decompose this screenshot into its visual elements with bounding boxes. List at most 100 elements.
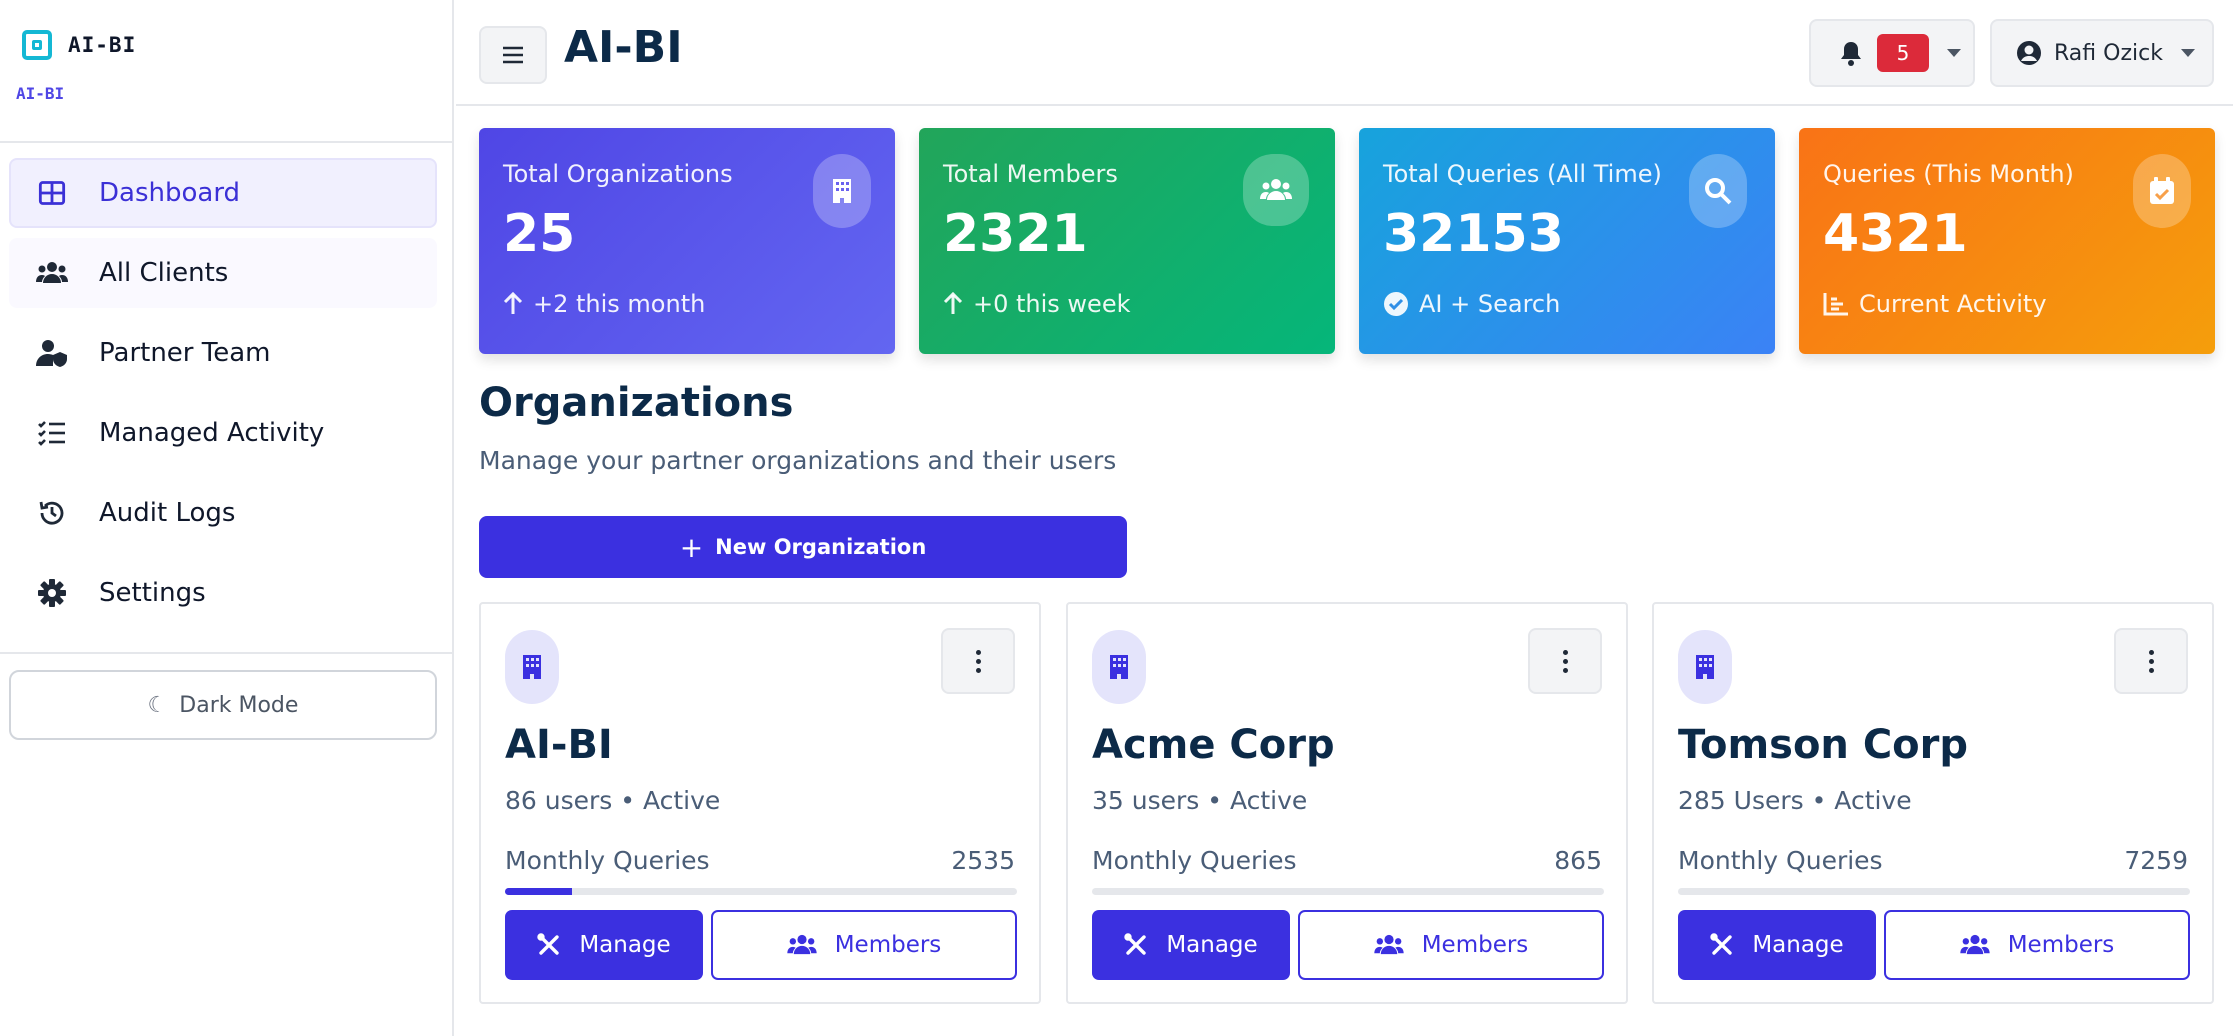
notifications-button[interactable]: 5 bbox=[1809, 19, 1975, 87]
organization-meta: 86 users • Active bbox=[505, 786, 721, 815]
stat-title: Total Members bbox=[943, 160, 1118, 188]
history-icon bbox=[35, 496, 69, 530]
organization-name: AI-BI bbox=[505, 722, 613, 768]
sidebar-item-audit-logs[interactable]: Audit Logs bbox=[9, 478, 437, 548]
stat-value: 25 bbox=[503, 204, 576, 264]
stat-footer-text: Current Activity bbox=[1859, 290, 2047, 318]
sidebar: AI-BI AI-BI Dashboard All Clients Partne… bbox=[0, 0, 454, 1036]
manage-button[interactable]: Manage bbox=[505, 910, 703, 980]
user-shield-icon bbox=[35, 336, 69, 370]
more-options-button[interactable] bbox=[2114, 628, 2188, 694]
members-button[interactable]: Members bbox=[1298, 910, 1604, 980]
stat-footer: Current Activity bbox=[1823, 290, 2047, 318]
stat-card-queries-this-month: Queries (This Month) 4321 Current Activi… bbox=[1799, 128, 2215, 354]
list-check-icon bbox=[35, 416, 69, 450]
user-name: Rafi Ozick bbox=[2054, 40, 2163, 66]
arrow-up-icon bbox=[943, 292, 963, 316]
stat-footer: AI + Search bbox=[1383, 290, 1560, 318]
organization-name: Acme Corp bbox=[1092, 722, 1335, 768]
section-title: Organizations bbox=[479, 380, 794, 426]
stat-value: 32153 bbox=[1383, 204, 1564, 264]
sidebar-divider bbox=[0, 652, 454, 654]
sidebar-item-label: Dashboard bbox=[99, 178, 241, 208]
sidebar-item-label: Audit Logs bbox=[99, 498, 236, 528]
brand-name: AI-BI bbox=[68, 33, 137, 57]
monthly-queries-value: 7259 bbox=[2124, 846, 2188, 875]
members-label: Members bbox=[1421, 932, 1529, 958]
monthly-queries-value: 2535 bbox=[951, 846, 1015, 875]
arrow-up-icon bbox=[503, 292, 523, 316]
chart-bar-icon bbox=[1823, 292, 1849, 316]
monthly-queries-label: Monthly Queries bbox=[1092, 846, 1297, 875]
more-options-button[interactable] bbox=[1528, 628, 1602, 694]
manage-button[interactable]: Manage bbox=[1678, 910, 1876, 980]
new-organization-button[interactable]: + New Organization bbox=[479, 516, 1127, 578]
manage-button[interactable]: Manage bbox=[1092, 910, 1290, 980]
sidebar-item-all-clients[interactable]: All Clients bbox=[9, 238, 437, 308]
organization-card: Acme Corp 35 users • Active Monthly Quer… bbox=[1066, 602, 1628, 1004]
tools-icon bbox=[1124, 933, 1148, 957]
organization-card: Tomson Corp 285 Users • Active Monthly Q… bbox=[1652, 602, 2214, 1004]
brand-subtitle: AI-BI bbox=[16, 84, 65, 103]
sidebar-nav: Dashboard All Clients Partner Team Manag… bbox=[9, 158, 437, 638]
sidebar-item-partner-team[interactable]: Partner Team bbox=[9, 318, 437, 388]
sidebar-item-label: Partner Team bbox=[99, 338, 271, 368]
search-icon bbox=[1689, 154, 1747, 228]
check-circle-icon bbox=[1383, 291, 1409, 317]
sidebar-item-managed-activity[interactable]: Managed Activity bbox=[9, 398, 437, 468]
user-menu-button[interactable]: Rafi Ozick bbox=[1990, 19, 2214, 87]
grid-icon bbox=[35, 176, 69, 210]
stat-title: Total Organizations bbox=[503, 160, 733, 188]
stat-title: Queries (This Month) bbox=[1823, 160, 2074, 188]
stat-footer-text: +2 this month bbox=[533, 290, 706, 318]
building-icon bbox=[505, 630, 559, 704]
queries-progress-bar bbox=[1678, 888, 2190, 895]
tools-icon bbox=[537, 933, 561, 957]
monthly-queries-label: Monthly Queries bbox=[505, 846, 710, 875]
sidebar-item-dashboard[interactable]: Dashboard bbox=[9, 158, 437, 228]
members-button[interactable]: Members bbox=[1884, 910, 2190, 980]
sidebar-item-label: Managed Activity bbox=[99, 418, 325, 448]
stat-title: Total Queries (All Time) bbox=[1383, 160, 1662, 188]
more-options-button[interactable] bbox=[941, 628, 1015, 694]
stat-value: 2321 bbox=[943, 204, 1088, 264]
menu-toggle-button[interactable] bbox=[479, 26, 547, 84]
members-label: Members bbox=[834, 932, 942, 958]
organization-meta: 285 Users • Active bbox=[1678, 786, 1912, 815]
new-organization-label: New Organization bbox=[715, 535, 927, 559]
queries-progress-bar bbox=[505, 888, 1017, 895]
users-icon bbox=[35, 256, 69, 290]
calendar-check-icon bbox=[2133, 154, 2191, 228]
stat-footer-text: +0 this week bbox=[973, 290, 1131, 318]
brand[interactable]: AI-BI bbox=[22, 30, 136, 60]
chevron-down-icon bbox=[1947, 49, 1961, 57]
page-title: AI-BI bbox=[564, 22, 683, 73]
tools-icon bbox=[1710, 933, 1734, 957]
building-icon bbox=[813, 154, 871, 228]
stat-footer: +0 this week bbox=[943, 290, 1131, 318]
dark-mode-toggle[interactable]: ☾ Dark Mode bbox=[9, 670, 437, 740]
top-header: AI-BI 5 Rafi Ozick bbox=[456, 0, 2233, 106]
members-label: Members bbox=[2007, 932, 2115, 958]
organization-name: Tomson Corp bbox=[1678, 722, 1969, 768]
chevron-down-icon bbox=[2180, 49, 2195, 57]
stat-card-total-members: Total Members 2321 +0 this week bbox=[919, 128, 1335, 354]
sidebar-divider bbox=[0, 141, 454, 143]
dark-mode-label: Dark Mode bbox=[179, 692, 299, 718]
organization-meta: 35 users • Active bbox=[1092, 786, 1308, 815]
users-icon bbox=[1243, 154, 1309, 226]
manage-label: Manage bbox=[1752, 932, 1844, 958]
stat-footer-text: AI + Search bbox=[1419, 290, 1561, 318]
organization-card: AI-BI 86 users • Active Monthly Queries … bbox=[479, 602, 1041, 1004]
bell-icon bbox=[1841, 42, 1861, 66]
stat-card-total-organizations: Total Organizations 25 +2 this month bbox=[479, 128, 895, 354]
stat-value: 4321 bbox=[1823, 204, 1968, 264]
members-button[interactable]: Members bbox=[711, 910, 1017, 980]
stat-card-total-queries: Total Queries (All Time) 32153 AI + Sear… bbox=[1359, 128, 1775, 354]
notification-count-badge: 5 bbox=[1877, 34, 1929, 72]
sidebar-item-settings[interactable]: Settings bbox=[9, 558, 437, 628]
moon-icon: ☾ bbox=[147, 692, 168, 718]
users-icon bbox=[1374, 934, 1404, 956]
user-circle-icon bbox=[2017, 41, 2041, 65]
sidebar-item-label: All Clients bbox=[99, 258, 229, 288]
